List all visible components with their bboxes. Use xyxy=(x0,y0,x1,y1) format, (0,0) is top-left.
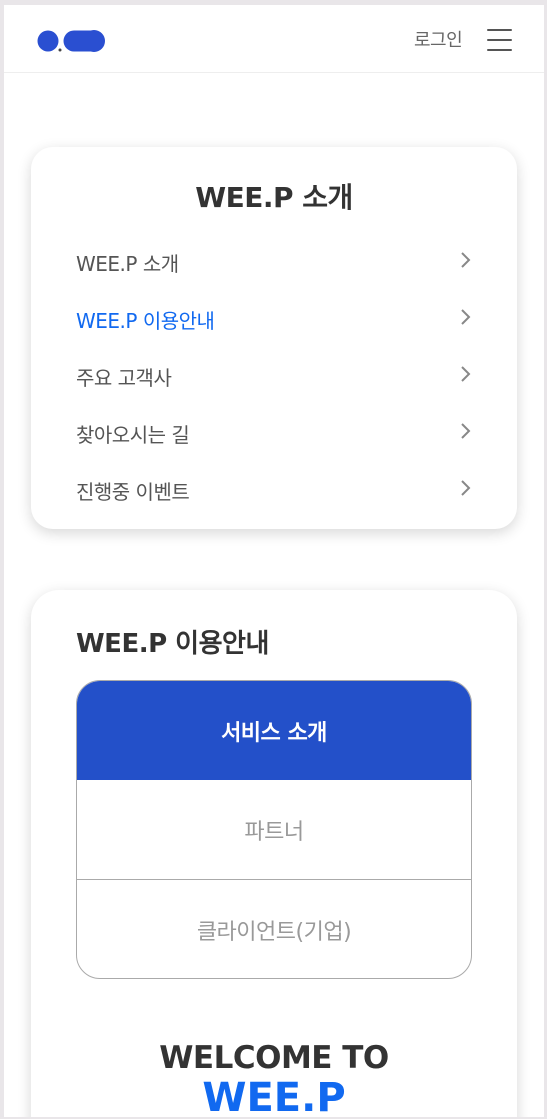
intro-menu-card: WEE.P 소개 WEE.P 소개 WEE.P 이용안내 주요 고객사 찾아오시… xyxy=(31,147,517,529)
menu-item-weep-intro[interactable]: WEE.P 소개 xyxy=(76,240,474,280)
tab-service-intro[interactable]: 서비스 소개 xyxy=(77,681,471,780)
menu-item-weep-guide[interactable]: WEE.P 이용안내 xyxy=(76,297,474,337)
menu-item-label: WEE.P 이용안내 xyxy=(76,309,215,333)
menu-item-directions[interactable]: 찾아오시는 길 xyxy=(76,411,474,451)
login-link[interactable]: 로그인 xyxy=(414,26,463,52)
brand-heading: WEE.P xyxy=(202,1075,346,1117)
audience-tabs: 서비스 소개 파트너 클라이언트(기업) xyxy=(76,680,472,979)
tab-client[interactable]: 클라이언트(기업) xyxy=(77,880,471,978)
menu-item-label: 주요 고객사 xyxy=(76,366,172,390)
menu-item-label: 진행중 이벤트 xyxy=(76,480,190,504)
chevron-right-icon xyxy=(461,423,471,439)
menu-item-label: WEE.P 소개 xyxy=(76,252,179,276)
page-frame: 로그인 WEE.P 소개 WEE.P 소개 WEE.P 이용안내 주요 고객사 … xyxy=(4,5,544,1117)
menu-item-events[interactable]: 진행중 이벤트 xyxy=(76,468,474,508)
menu-item-clients[interactable]: 주요 고객사 xyxy=(76,354,474,394)
chevron-right-icon xyxy=(461,480,471,496)
chevron-right-icon xyxy=(461,366,471,382)
chevron-right-icon xyxy=(461,309,471,325)
logo[interactable] xyxy=(36,29,108,53)
intro-menu-title: WEE.P 소개 xyxy=(195,181,353,214)
usage-guide-card: WEE.P 이용안내 서비스 소개 파트너 클라이언트(기업) WELCOME … xyxy=(31,590,517,1117)
chevron-right-icon xyxy=(461,252,471,268)
tab-partner[interactable]: 파트너 xyxy=(77,780,471,880)
menu-item-label: 찾아오시는 길 xyxy=(76,423,190,447)
top-header: 로그인 xyxy=(4,5,544,73)
welcome-heading: WELCOME TO xyxy=(159,1040,389,1076)
hamburger-icon[interactable] xyxy=(487,29,512,51)
usage-guide-title: WEE.P 이용안내 xyxy=(76,629,269,659)
